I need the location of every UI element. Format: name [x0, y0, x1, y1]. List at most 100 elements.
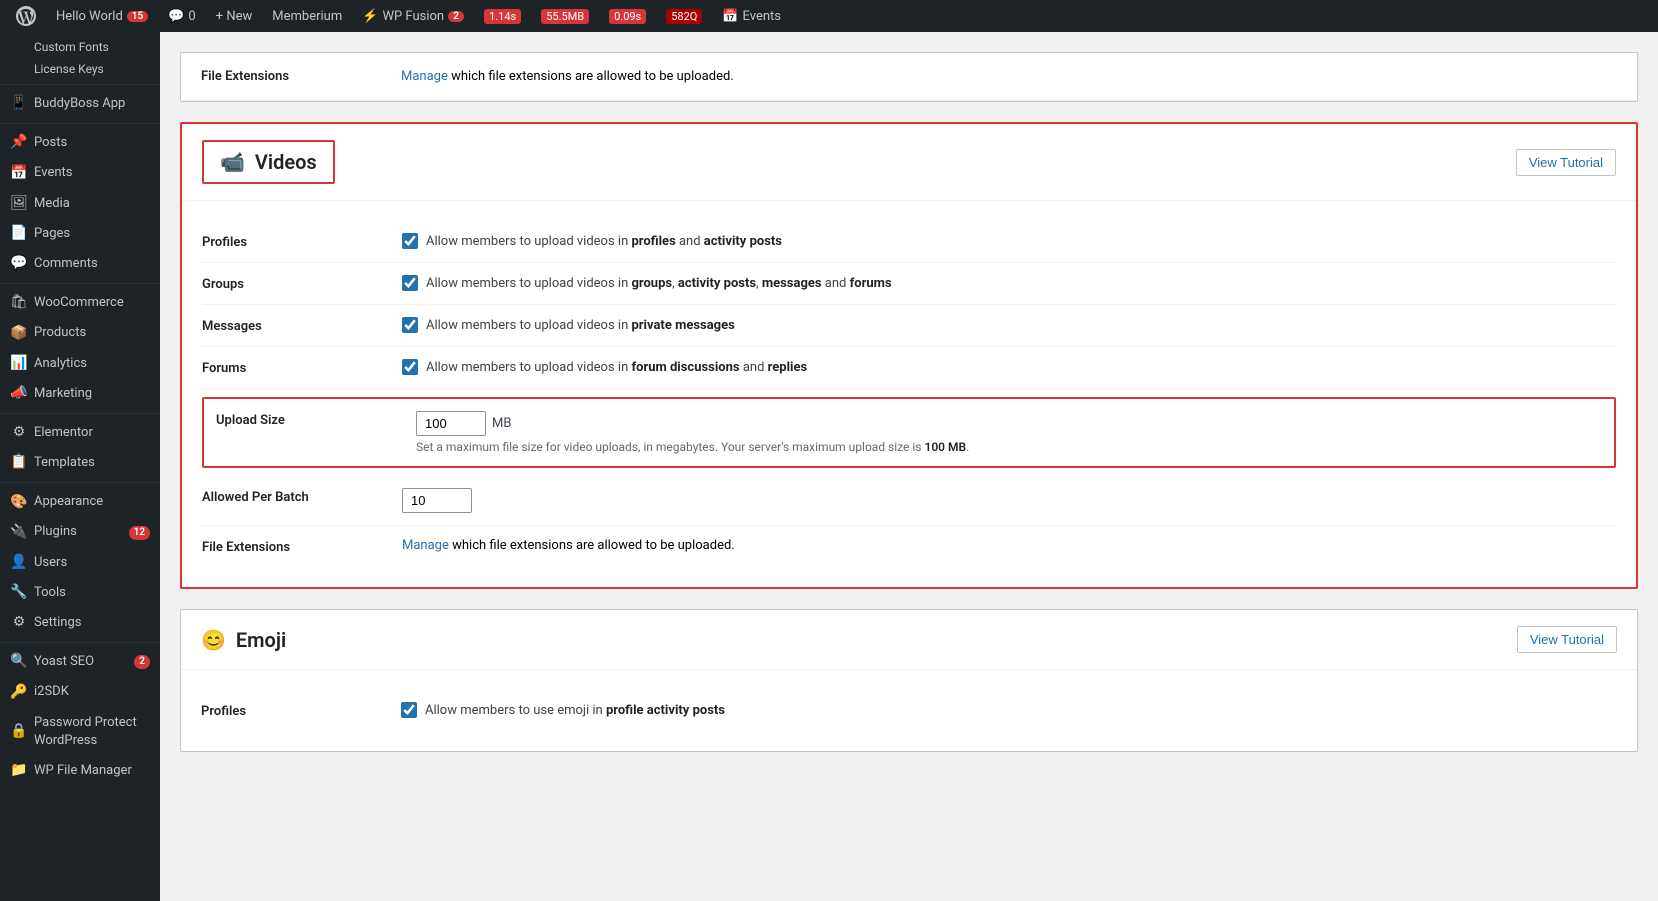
wp-file-manager-icon: 📁: [10, 762, 28, 780]
main-content: File Extensions Manage which file extens…: [160, 32, 1658, 901]
wp-logo-item[interactable]: [8, 0, 44, 32]
videos-view-tutorial-button[interactable]: View Tutorial: [1516, 149, 1616, 176]
videos-card-body: Profiles Allow members to upload videos …: [182, 201, 1636, 587]
site-name: Hello World: [56, 9, 123, 24]
users-icon: 👤: [10, 554, 28, 572]
events-sidebar-icon: 📅: [10, 164, 28, 182]
videos-file-ext-row: File Extensions Manage which file extens…: [202, 526, 1616, 567]
wp-logo-icon: [16, 6, 36, 26]
emoji-profiles-checkbox[interactable]: [401, 702, 417, 718]
emoji-card-body: Profiles Allow members to use emoji in p…: [181, 670, 1637, 751]
videos-groups-text: Allow members to upload videos in groups…: [426, 276, 892, 291]
file-ext-top-after: which file extensions are allowed to be …: [451, 69, 734, 84]
sidebar-item-pages[interactable]: 📄 Pages: [0, 219, 160, 249]
sidebar-item-password-protect[interactable]: 🔒 Password Protect WordPress: [0, 708, 160, 756]
memberium-label: Memberium: [272, 9, 342, 24]
videos-messages-control: Allow members to upload videos in privat…: [402, 317, 1616, 333]
wp-fusion-item[interactable]: ⚡ WP Fusion 2: [354, 0, 472, 32]
wp-fusion-badge: 2: [448, 11, 464, 22]
sidebar-item-elementor[interactable]: ⚙ Elementor: [0, 418, 160, 448]
memberium-item[interactable]: Memberium: [264, 0, 350, 32]
sidebar-item-tools[interactable]: 🔧 Tools: [0, 578, 160, 608]
events-icon: 📅: [722, 9, 738, 24]
upload-size-input[interactable]: [416, 411, 486, 436]
videos-messages-row: Messages Allow members to upload videos …: [202, 305, 1616, 347]
sidebar-item-woocommerce[interactable]: 🛍 WooCommerce: [0, 288, 160, 318]
videos-messages-checkbox[interactable]: [402, 317, 418, 333]
perf1-badge: 1.14s: [484, 9, 521, 24]
perf2-item: 55.5MB: [533, 0, 597, 32]
site-name-item[interactable]: Hello World 15: [48, 0, 156, 32]
templates-icon: 📋: [10, 454, 28, 472]
sidebar-item-license-keys[interactable]: License Keys: [0, 58, 160, 80]
emoji-profiles-checkbox-label[interactable]: Allow members to use emoji in profile ac…: [401, 702, 1617, 718]
videos-groups-checkbox-label[interactable]: Allow members to upload videos in groups…: [402, 275, 1616, 291]
sidebar-item-comments[interactable]: 💬 Comments: [0, 249, 160, 279]
videos-messages-checkbox-label[interactable]: Allow members to upload videos in privat…: [402, 317, 1616, 333]
elementor-icon: ⚙: [10, 424, 28, 442]
woocommerce-icon: 🛍: [10, 294, 28, 312]
file-extensions-top-row: File Extensions Manage which file extens…: [181, 53, 1637, 101]
videos-title-box: 📹 Videos: [202, 140, 335, 184]
new-item[interactable]: + New: [208, 0, 261, 32]
events-item[interactable]: 📅 Events: [714, 0, 789, 32]
sidebar-item-buddyboss-app[interactable]: 📱 BuddyBoss App: [0, 89, 160, 119]
videos-forums-checkbox-label[interactable]: Allow members to upload videos in forum …: [402, 359, 1616, 375]
sidebar-item-settings[interactable]: ⚙ Settings: [0, 608, 160, 638]
videos-profiles-text: Allow members to upload videos in profil…: [426, 234, 782, 249]
allowed-per-batch-label: Allowed Per Batch: [202, 488, 402, 505]
videos-messages-text: Allow members to upload videos in privat…: [426, 318, 735, 333]
sidebar-item-plugins[interactable]: 🔌 Plugins 12: [0, 517, 160, 547]
emoji-profiles-control: Allow members to use emoji in profile ac…: [401, 702, 1617, 718]
sidebar-item-i2sdk[interactable]: 🔑 i2SDK: [0, 677, 160, 707]
videos-forums-text: Allow members to upload videos in forum …: [426, 360, 807, 375]
videos-file-ext-after: which file extensions are allowed to be …: [452, 538, 735, 553]
upload-size-control: MB Set a maximum file size for video upl…: [416, 411, 1602, 454]
file-extensions-top-card: File Extensions Manage which file extens…: [180, 52, 1638, 102]
videos-profiles-control: Allow members to upload videos in profil…: [402, 233, 1616, 249]
sidebar-divider-2: [0, 123, 160, 124]
videos-forums-checkbox[interactable]: [402, 359, 418, 375]
sidebar-item-media[interactable]: 🖼 Media: [0, 189, 160, 219]
tools-icon: 🔧: [10, 584, 28, 602]
allowed-per-batch-input[interactable]: [402, 488, 472, 513]
comments-sidebar-icon: 💬: [10, 255, 28, 273]
sidebar-item-products[interactable]: 📦 Products: [0, 318, 160, 348]
sidebar-item-appearance[interactable]: 🎨 Appearance: [0, 487, 160, 517]
sidebar-item-analytics[interactable]: 📊 Analytics: [0, 349, 160, 379]
emoji-icon: 😊: [201, 628, 226, 652]
perf4-badge: 582Q: [666, 9, 702, 24]
sidebar-item-templates[interactable]: 📋 Templates: [0, 448, 160, 478]
settings-icon: ⚙: [10, 614, 28, 632]
videos-icon: 📹: [220, 150, 245, 174]
file-ext-top-manage-link[interactable]: Manage: [401, 69, 448, 84]
videos-groups-label: Groups: [202, 275, 402, 292]
file-ext-top-value: Manage which file extensions are allowed…: [401, 69, 734, 84]
i2sdk-icon: 🔑: [10, 683, 28, 701]
videos-card-header: 📹 Videos View Tutorial: [182, 124, 1636, 201]
emoji-view-tutorial-button[interactable]: View Tutorial: [1517, 626, 1617, 653]
events-label: Events: [743, 9, 781, 24]
analytics-icon: 📊: [10, 355, 28, 373]
sidebar-item-custom-fonts[interactable]: Custom Fonts: [0, 36, 160, 58]
videos-forums-row: Forums Allow members to upload videos in…: [202, 347, 1616, 389]
videos-profiles-checkbox[interactable]: [402, 233, 418, 249]
upload-size-label: Upload Size: [216, 411, 416, 428]
sidebar-item-marketing[interactable]: 📣 Marketing: [0, 379, 160, 409]
videos-forums-label: Forums: [202, 359, 402, 376]
videos-file-ext-label: File Extensions: [202, 538, 402, 555]
sidebar-item-yoast[interactable]: 🔍 Yoast SEO 2: [0, 647, 160, 677]
new-label: + New: [216, 9, 253, 24]
sidebar-item-wp-file-manager[interactable]: 📁 WP File Manager: [0, 756, 160, 786]
perf3-badge: 0.09s: [609, 9, 646, 24]
sidebar-item-users[interactable]: 👤 Users: [0, 548, 160, 578]
sidebar-item-events[interactable]: 📅 Events: [0, 158, 160, 188]
upload-size-input-group: MB: [416, 411, 1602, 436]
sidebar-item-posts[interactable]: 📌 Posts: [0, 128, 160, 158]
comments-item[interactable]: 💬 0: [160, 0, 204, 32]
upload-size-unit: MB: [492, 416, 511, 431]
plugins-badge: 12: [129, 526, 150, 540]
videos-file-ext-manage-link[interactable]: Manage: [402, 538, 449, 553]
videos-groups-checkbox[interactable]: [402, 275, 418, 291]
videos-profiles-checkbox-label[interactable]: Allow members to upload videos in profil…: [402, 233, 1616, 249]
